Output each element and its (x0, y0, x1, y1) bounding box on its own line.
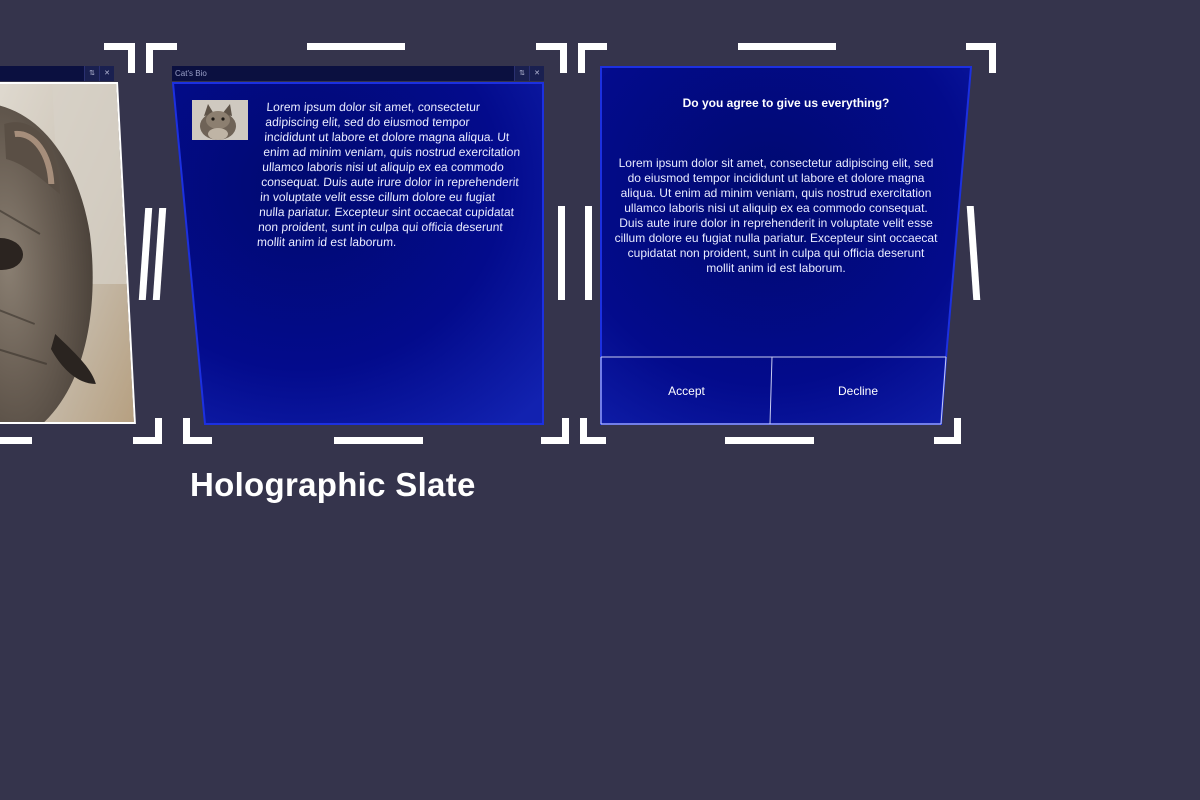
scene: ⇅ ✕ Cat's Bio ⇅ ✕ Lorem ipsum dolor sit … (0, 0, 1200, 800)
follow-me-icon[interactable]: ⇅ (514, 66, 529, 81)
corner-handle[interactable] (562, 418, 569, 444)
corner-handle[interactable] (580, 437, 606, 444)
corner-handle[interactable] (0, 437, 32, 444)
dialog-slate[interactable]: Do you agree to give us everything? Lore… (600, 66, 972, 426)
side-handle[interactable] (152, 208, 167, 300)
side-handle[interactable] (138, 208, 153, 300)
corner-handle[interactable] (133, 437, 162, 444)
accept-button[interactable]: Accept (601, 358, 772, 424)
bio-text: Lorem ipsum dolor sit amet, consectetur … (256, 100, 521, 249)
corner-handle[interactable] (989, 43, 996, 73)
edge-handle[interactable] (334, 437, 423, 444)
dialog-text: Lorem ipsum dolor sit amet, consectetur … (614, 156, 938, 275)
bio-slate[interactable]: Cat's Bio ⇅ ✕ Lorem ipsum dolor sit amet… (172, 66, 544, 426)
close-icon[interactable]: ✕ (529, 66, 544, 81)
cat-thumbnail (192, 100, 248, 140)
corner-handle[interactable] (183, 437, 212, 444)
edge-handle[interactable] (725, 437, 814, 444)
edge-handle[interactable] (307, 43, 405, 50)
bio-slate-titlebar[interactable]: Cat's Bio ⇅ ✕ (172, 66, 544, 81)
bio-slate-title: Cat's Bio (175, 69, 207, 78)
corner-handle[interactable] (146, 43, 153, 73)
close-icon[interactable]: ✕ (99, 66, 114, 81)
cat-photo (0, 82, 136, 424)
corner-handle[interactable] (954, 418, 961, 444)
corner-handle[interactable] (578, 43, 585, 73)
corner-handle[interactable] (128, 43, 135, 73)
decline-button[interactable]: Decline (772, 358, 944, 424)
dialog-title: Do you agree to give us everything? (682, 96, 890, 110)
corner-handle[interactable] (560, 43, 567, 73)
edge-handle[interactable] (738, 43, 836, 50)
follow-me-icon[interactable]: ⇅ (84, 66, 99, 81)
page-title: Holographic Slate (190, 466, 476, 503)
cat-photo-image (0, 84, 136, 424)
side-handle[interactable] (585, 206, 592, 300)
photo-slate-titlebar[interactable]: ⇅ ✕ (0, 66, 114, 81)
side-handle[interactable] (558, 206, 565, 300)
